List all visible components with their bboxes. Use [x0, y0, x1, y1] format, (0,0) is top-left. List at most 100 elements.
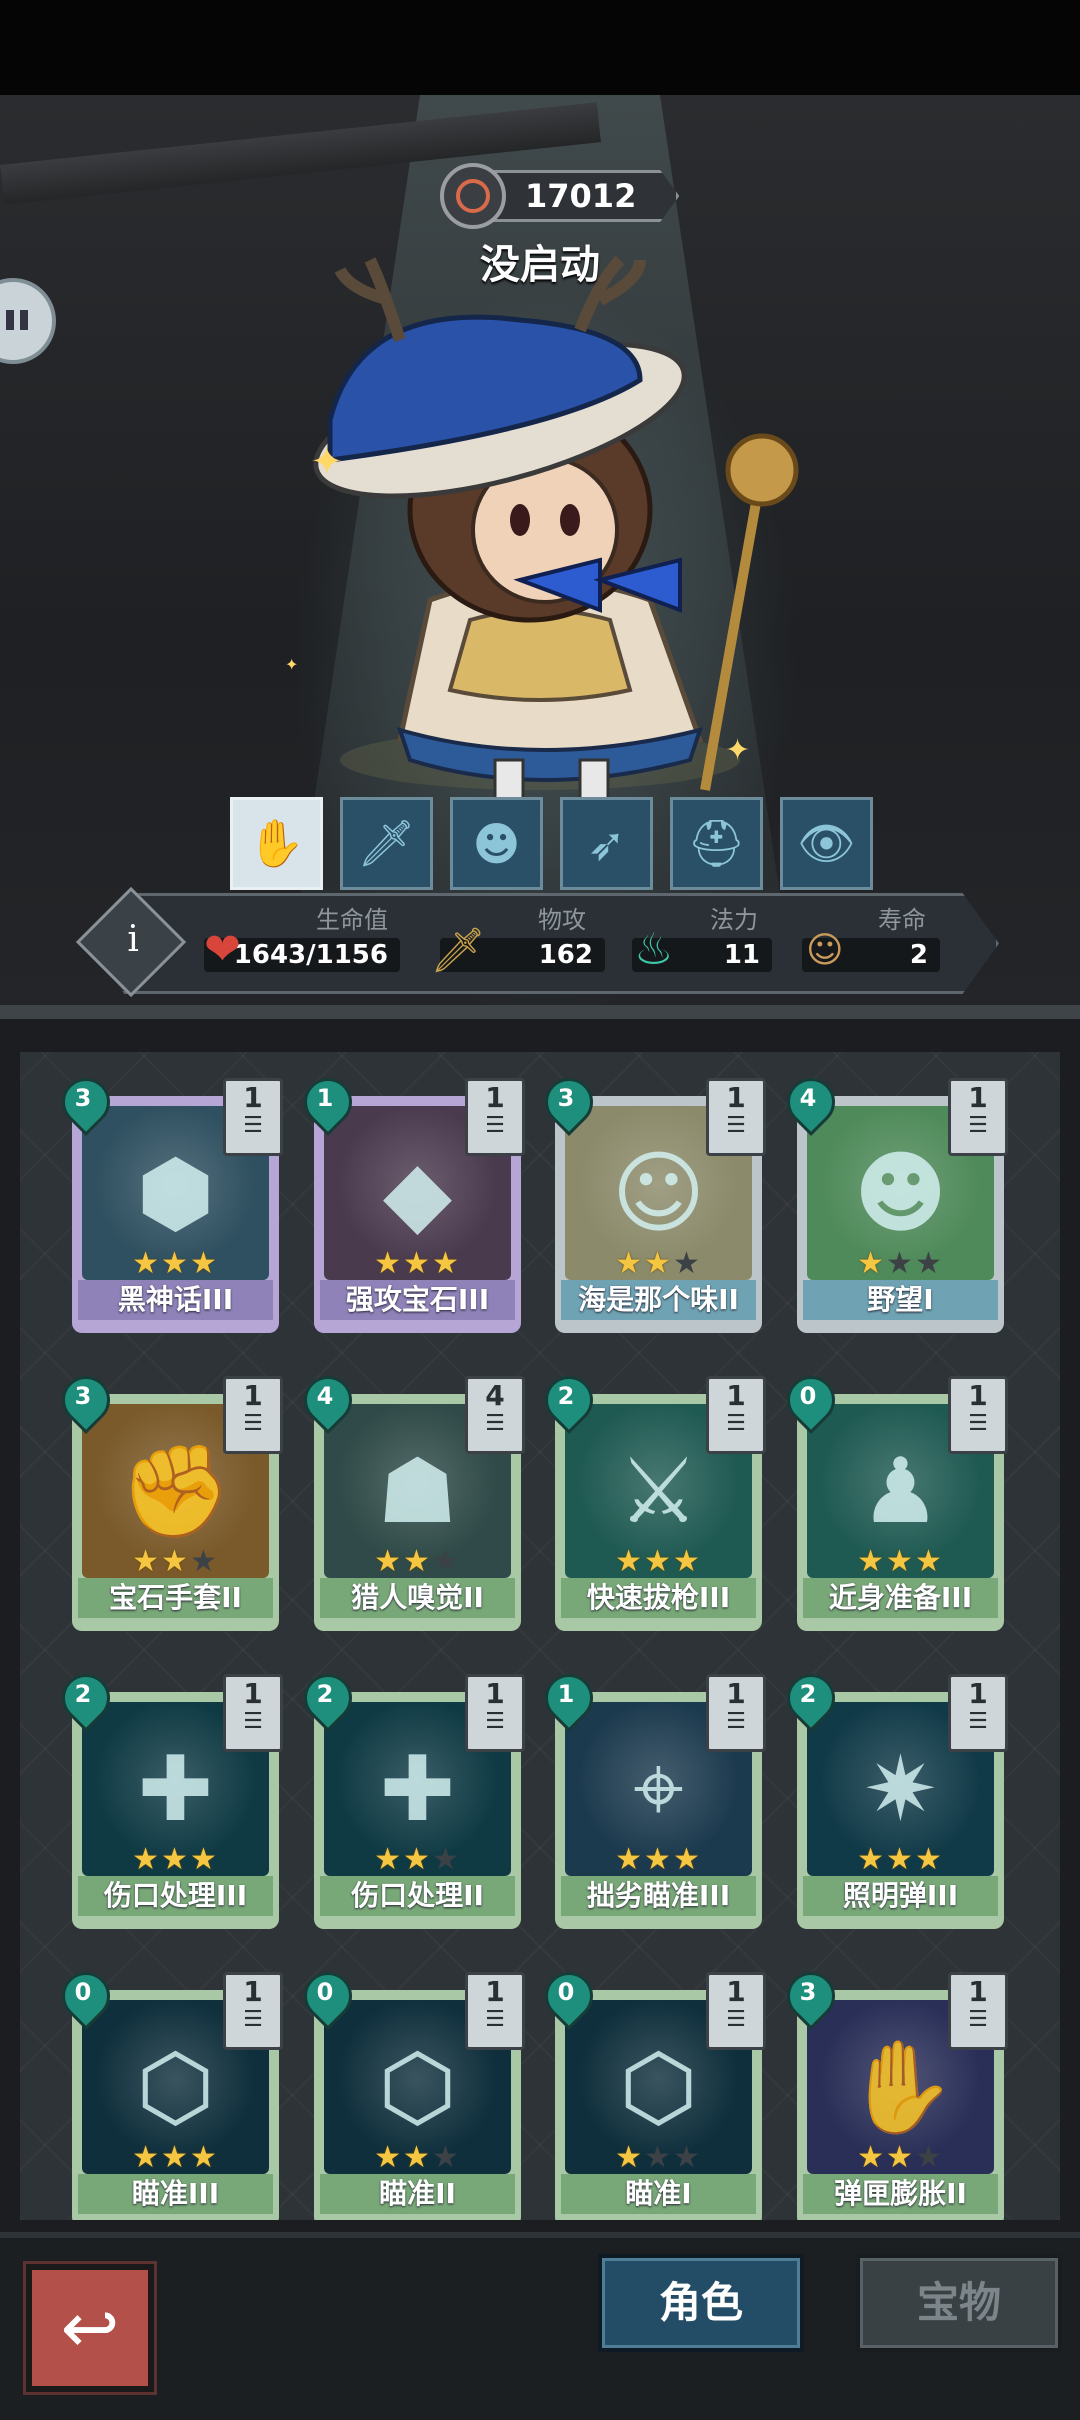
card-level-badge: 1 ☰ [706, 1674, 766, 1752]
card-stars: ★★★ [551, 1842, 766, 1877]
card-name: 照明弹III [803, 1876, 998, 1916]
star-empty-icon: ★ [431, 2140, 461, 2175]
card-cost: 3 [74, 1382, 92, 1410]
card-item[interactable]: ⬡ ★★★ 瞄准II 0 1 ☰ [294, 1962, 525, 2220]
card-item[interactable]: ⬢ ★★★ 黑神话III 3 1 ☰ [52, 1068, 283, 1333]
card-cost-badge: 4 [294, 1366, 362, 1434]
skill-slot-4[interactable]: ➶ [560, 797, 653, 890]
card-cost-badge: 1 [294, 1068, 362, 1136]
card-level-badge: 1 ☰ [948, 1078, 1008, 1156]
skill-slot-2[interactable]: 🗡 [340, 797, 433, 890]
star-filled-icon: ★ [403, 1246, 432, 1281]
card-item[interactable]: ☺ ★★★ 海是那个味II 3 1 ☰ [535, 1068, 766, 1333]
tab-treasure[interactable]: 宝物 [856, 2254, 1062, 2352]
card-stars: ★★★ [793, 2140, 1008, 2175]
star-filled-icon: ★ [857, 1246, 887, 1281]
card-item[interactable]: ☗ ★★★ 猎人嗅觉II 4 4 ☰ [294, 1366, 525, 1631]
star-filled-icon: ★ [189, 1842, 219, 1877]
stack-icon: ☰ [726, 1411, 746, 1436]
tab-role[interactable]: 角色 [598, 2254, 804, 2352]
star-filled-icon: ★ [886, 1544, 915, 1579]
card-cost: 2 [316, 1680, 334, 1708]
sword-icon: 🗡 [430, 925, 486, 976]
skill-slot-3[interactable]: ☻ [450, 797, 543, 890]
card-stars: ★★★ [310, 1544, 525, 1579]
card-item[interactable]: ✷ ★★★ 照明弹III 2 1 ☰ [777, 1664, 1008, 1929]
card-name: 宝石手套II [78, 1578, 273, 1618]
card-name: 伤口处理II [320, 1876, 515, 1916]
star-filled-icon: ★ [189, 1246, 219, 1281]
svg-text:✦: ✦ [310, 439, 344, 485]
card-item[interactable]: ⬡ ★★★ 瞄准III 0 1 ☰ [52, 1962, 283, 2220]
card-level: 1 [243, 1677, 263, 1710]
card-stars: ★★★ [551, 2140, 766, 2175]
card-level-badge: 1 ☰ [223, 1674, 283, 1752]
section-divider [0, 1005, 1080, 1019]
stack-icon: ☰ [726, 1113, 746, 1138]
card-stars: ★★★ [793, 1246, 1008, 1281]
card-item[interactable]: ✚ ★★★ 伤口处理II 2 1 ☰ [294, 1664, 525, 1929]
card-level: 1 [726, 1677, 746, 1710]
star-filled-icon: ★ [132, 1246, 162, 1281]
star-filled-icon: ★ [615, 1246, 645, 1281]
star-empty-icon: ★ [189, 1544, 219, 1579]
skill-slot-1[interactable]: ✋ [230, 797, 323, 890]
eye-drip-icon: 👁 [797, 816, 856, 870]
star-filled-icon: ★ [132, 1544, 162, 1579]
stack-icon: ☰ [243, 1113, 263, 1138]
stack-icon: ☰ [726, 1709, 746, 1734]
skill-bar: ✋ 🗡 ☻ ➶ ⛑ 👁 [230, 797, 873, 890]
stack-icon: ☰ [968, 2007, 988, 2032]
star-filled-icon: ★ [857, 1842, 887, 1877]
card-level-badge: 1 ☰ [223, 1078, 283, 1156]
stack-icon: ☰ [485, 2007, 505, 2032]
card-item[interactable]: ◆ ★★★ 强攻宝石III 1 1 ☰ [294, 1068, 525, 1333]
back-button[interactable]: ↩ [23, 2261, 157, 2395]
card-item[interactable]: ✊ ★★★ 宝石手套II 3 1 ☰ [52, 1366, 283, 1631]
card-item[interactable]: ✋ ★★★ 弹匣膨胀II 3 1 ☰ [777, 1962, 1008, 2220]
card-name: 黑神话III [78, 1280, 273, 1320]
card-item[interactable]: ⚔ ★★★ 快速拔枪III 2 1 ☰ [535, 1366, 766, 1631]
card-level: 1 [726, 1379, 746, 1412]
card-stars: ★★★ [68, 1842, 283, 1877]
skill-slot-5[interactable]: ⛑ [670, 797, 763, 890]
skill-slot-6[interactable]: 👁 [780, 797, 873, 890]
mana-label: 法力 [710, 906, 758, 934]
star-filled-icon: ★ [857, 1544, 887, 1579]
star-filled-icon: ★ [644, 1246, 673, 1281]
info-icon: i [127, 918, 139, 960]
star-empty-icon: ★ [886, 1246, 915, 1281]
card-item[interactable]: ✚ ★★★ 伤口处理III 2 1 ☰ [52, 1664, 283, 1929]
card-item[interactable]: ♟ ★★★ 近身准备III 0 1 ☰ [777, 1366, 1008, 1631]
hp-label: 生命值 [316, 906, 388, 934]
star-empty-icon: ★ [644, 2140, 673, 2175]
star-filled-icon: ★ [403, 1842, 432, 1877]
star-empty-icon: ★ [914, 2140, 944, 2175]
svg-text:✦: ✦ [285, 655, 298, 674]
star-filled-icon: ★ [374, 2140, 404, 2175]
star-filled-icon: ★ [672, 1842, 702, 1877]
card-cost-badge: 3 [777, 1962, 845, 2030]
card-item[interactable]: ⬡ ★★★ 瞄准I 0 1 ☰ [535, 1962, 766, 2220]
card-cost: 4 [316, 1382, 334, 1410]
attack-label: 物攻 [538, 906, 586, 934]
star-filled-icon: ★ [615, 1544, 645, 1579]
stack-icon: ☰ [485, 1709, 505, 1734]
stack-icon: ☰ [243, 1411, 263, 1436]
card-cost: 2 [799, 1680, 817, 1708]
card-item[interactable]: ☻ ★★★ 野望I 4 1 ☰ [777, 1068, 1008, 1333]
star-filled-icon: ★ [672, 1544, 702, 1579]
card-item[interactable]: ⌖ ★★★ 拙劣瞄准III 1 1 ☰ [535, 1664, 766, 1929]
card-name: 瞄准I [561, 2174, 756, 2214]
star-filled-icon: ★ [132, 1842, 162, 1877]
star-filled-icon: ★ [914, 1544, 944, 1579]
stack-icon: ☰ [485, 1411, 505, 1436]
star-filled-icon: ★ [189, 2140, 219, 2175]
heart-icon: ❤ [204, 924, 241, 975]
card-stars: ★★★ [793, 1544, 1008, 1579]
star-filled-icon: ★ [403, 1544, 432, 1579]
target-icon [440, 163, 506, 229]
card-cost-badge: 3 [52, 1068, 120, 1136]
power-value: 17012 [488, 170, 680, 222]
card-level-badge: 1 ☰ [948, 1972, 1008, 2050]
